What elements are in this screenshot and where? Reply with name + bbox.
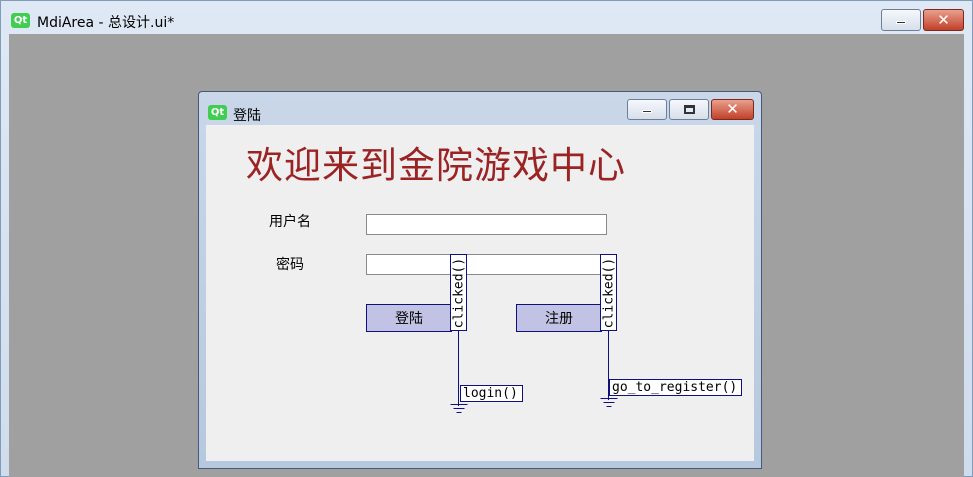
ground-icon	[450, 404, 467, 416]
username-input[interactable]	[366, 214, 607, 235]
minimize-button[interactable]	[881, 9, 921, 31]
login-signal-label: clicked()	[450, 254, 467, 331]
register-signal-label: clicked()	[600, 254, 617, 331]
close-icon: ✕	[937, 10, 950, 29]
login-connection-line	[458, 331, 459, 406]
welcome-heading: 欢迎来到金院游戏中心	[246, 144, 626, 187]
window-title: MdiArea - 总设计.ui*	[37, 15, 175, 31]
subwindow-close-button[interactable]: ✕	[711, 99, 754, 120]
register-slot-label: go_to_register()	[609, 379, 742, 396]
subwindow-title: 登陆	[233, 108, 261, 124]
username-label: 用户名	[269, 214, 311, 230]
minimize-icon	[896, 20, 906, 24]
register-button[interactable]: 注册	[516, 304, 602, 332]
login-slot-label: login()	[460, 385, 523, 402]
login-button[interactable]: 登陆	[366, 304, 452, 332]
outer-window: Qt MdiArea - 总设计.ui* ✕ Qt 登陆 ✕ 欢迎来到金院游戏中…	[0, 0, 973, 477]
close-icon: ✕	[726, 100, 739, 118]
password-label: 密码	[276, 257, 304, 273]
subwindow-maximize-button[interactable]	[669, 99, 709, 120]
subwindow-titlebar[interactable]: Qt 登陆 ✕	[199, 92, 761, 124]
password-input[interactable]	[366, 254, 602, 275]
signal-text: clicked()	[451, 257, 466, 328]
signal-text: clicked()	[601, 257, 616, 328]
qt-logo-icon: Qt	[208, 105, 227, 120]
ground-icon	[600, 398, 617, 410]
close-button[interactable]: ✕	[923, 9, 964, 31]
minimize-icon	[642, 110, 652, 113]
subwindow-minimize-button[interactable]	[627, 99, 667, 120]
form-canvas: 欢迎来到金院游戏中心 用户名 密码 登陆 注册 clicked() login(…	[206, 125, 754, 461]
maximize-icon	[683, 105, 695, 114]
login-subwindow: Qt 登陆 ✕ 欢迎来到金院游戏中心 用户名 密码 登陆 注册 clicked(…	[198, 91, 762, 469]
qt-logo-icon: Qt	[11, 13, 30, 28]
outer-titlebar[interactable]: Qt MdiArea - 总设计.ui* ✕	[1, 1, 972, 37]
